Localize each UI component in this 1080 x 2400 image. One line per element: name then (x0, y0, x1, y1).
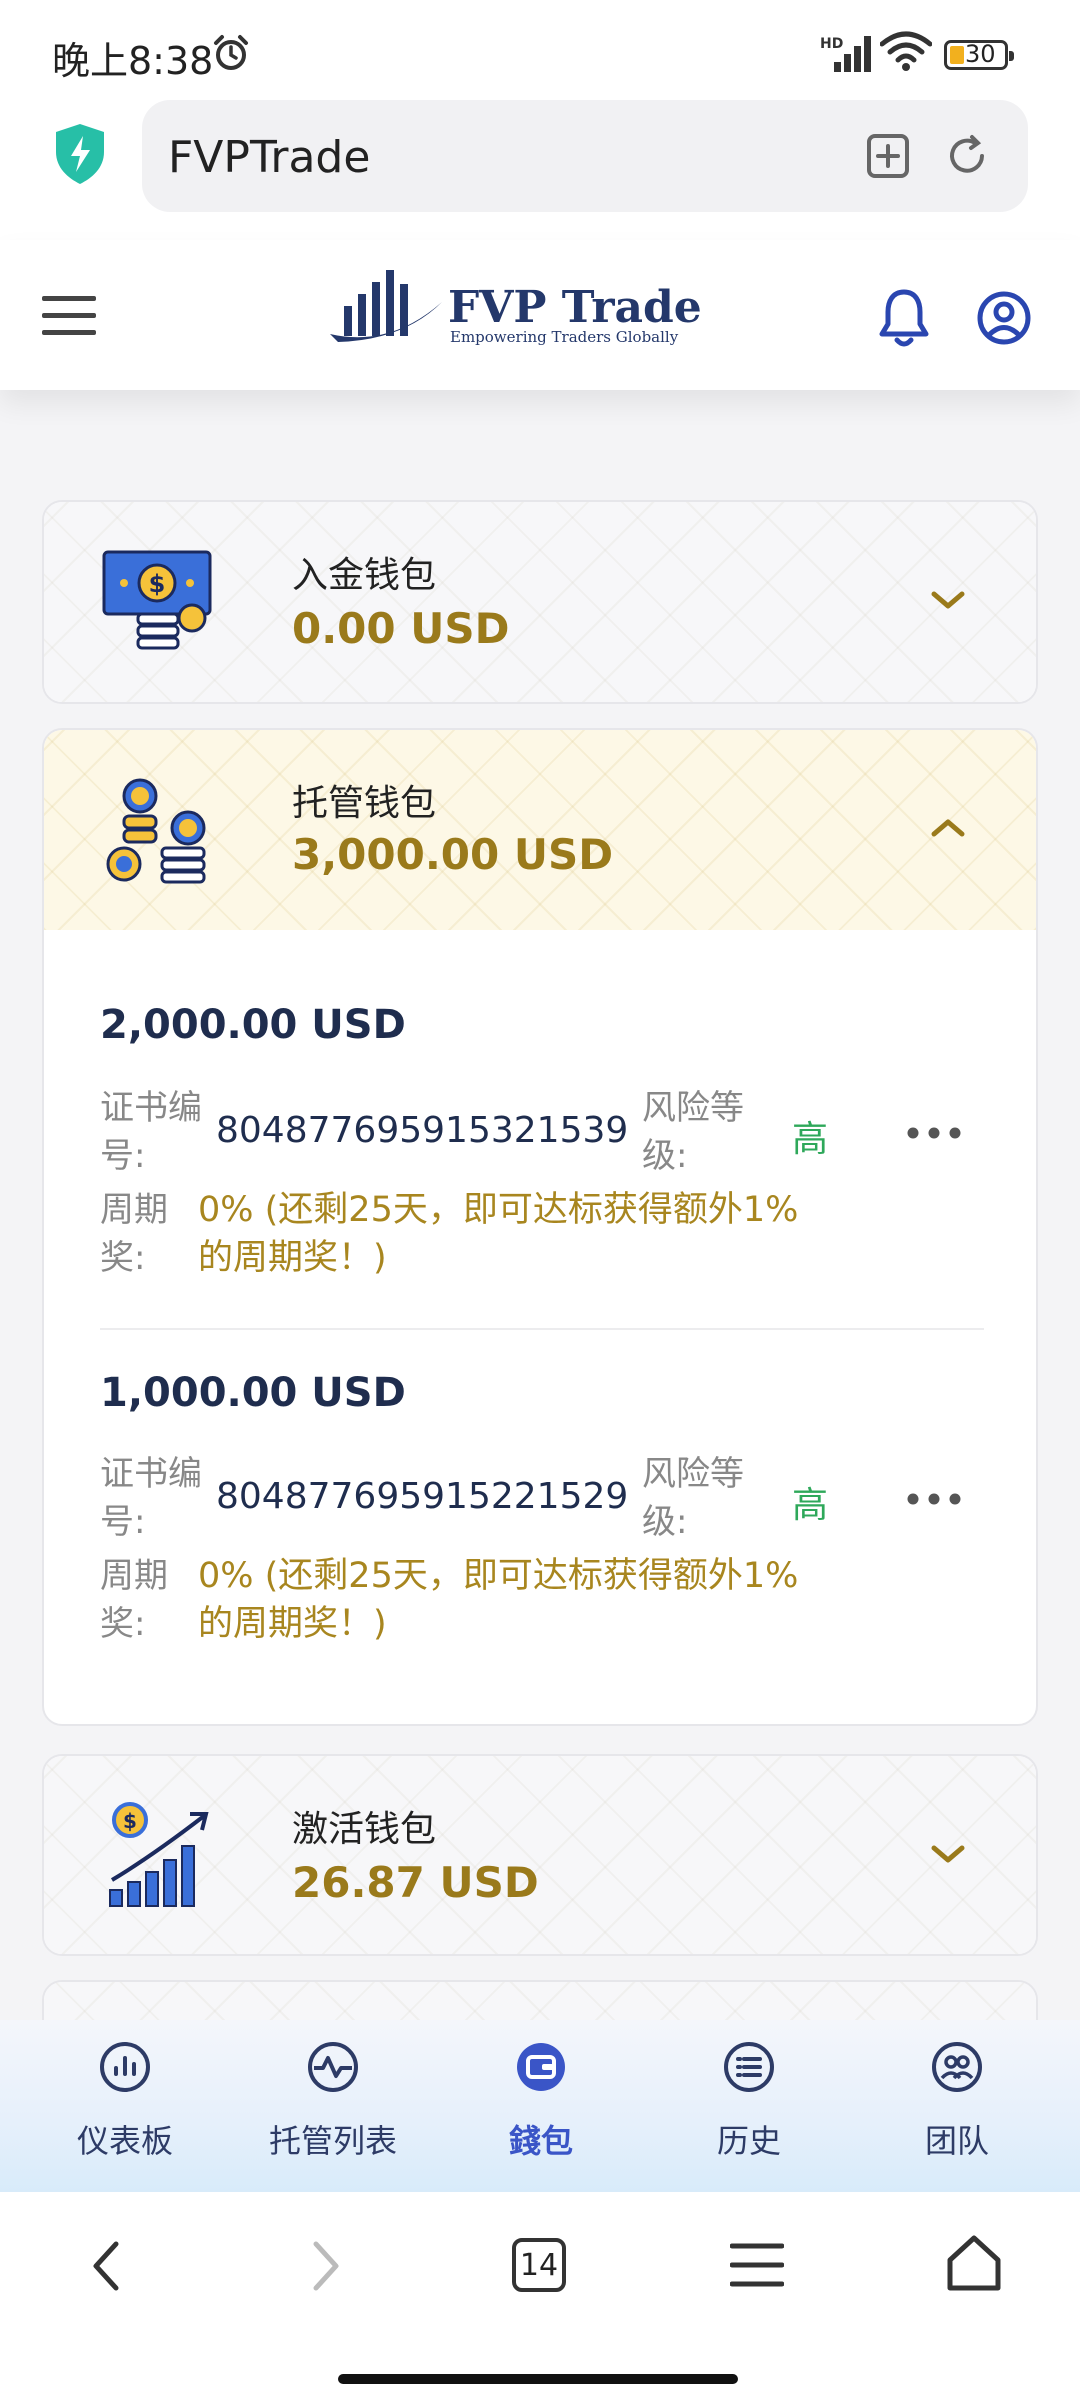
svg-text:$: $ (149, 570, 166, 598)
nav-custody-list[interactable]: 托管列表 (248, 2040, 418, 2180)
notification-bell-icon[interactable] (876, 288, 932, 348)
svg-text:$: $ (123, 1809, 137, 1833)
reload-icon[interactable] (944, 133, 990, 179)
team-icon (932, 2042, 982, 2092)
wallet-icon (517, 2043, 565, 2091)
signal-icon: HD (820, 36, 871, 72)
nav-history[interactable]: 历史 (664, 2040, 834, 2180)
wallet-card-custody[interactable]: 托管钱包 3,000.00 USD 2,000.00 USD 证书编号: 804… (42, 728, 1038, 1726)
coins-icon (106, 778, 206, 884)
risk-level-value: 高 (792, 1485, 829, 1526)
nav-label: 仪表板 (76, 2122, 173, 2160)
certificate-amount: 2,000.00 USD (100, 1002, 406, 1048)
forward-icon[interactable] (306, 2238, 346, 2294)
wallet-title: 激活钱包 (292, 1809, 437, 1850)
svg-text:HD: HD (820, 36, 843, 52)
browser-menu-icon[interactable] (730, 2240, 784, 2290)
battery-level: 30 (965, 40, 996, 68)
nav-label: 团队 (924, 2122, 989, 2160)
logo-name: FVP Trade (448, 282, 702, 333)
browser-nav-bar (0, 2192, 1080, 2400)
certificate-number: 804877695915321539 (216, 1110, 629, 1151)
nav-wallet[interactable]: 錢包 (456, 2040, 626, 2180)
back-icon[interactable] (86, 2238, 126, 2294)
risk-level-label: 风险等级: (642, 1454, 744, 1542)
nav-label: 历史 (716, 2122, 781, 2160)
nav-label: 錢包 (508, 2122, 573, 2160)
more-options-icon[interactable] (906, 1126, 962, 1140)
wifi-icon (880, 31, 932, 71)
cycle-bonus-label: 周期奖: (100, 1556, 168, 1644)
wallet-card-activation[interactable]: $ 激活钱包 26.87 USD (42, 1754, 1038, 1956)
activity-icon (308, 2042, 358, 2092)
menu-icon[interactable] (42, 296, 96, 336)
chevron-up-icon[interactable] (928, 814, 968, 842)
wallet-card-deposit[interactable]: $ 入金钱包 0.00 USD (42, 500, 1038, 704)
battery-icon: 30 (944, 40, 1014, 70)
cash-icon: $ (102, 550, 212, 650)
wallet-amount: 26.87 USD (292, 1858, 539, 1907)
nav-label: 托管列表 (268, 2122, 397, 2160)
status-time: 晚上8:38 (52, 39, 214, 83)
security-shield-icon[interactable] (52, 122, 108, 186)
certificate-amount: 1,000.00 USD (100, 1370, 406, 1416)
tabs-button[interactable]: 14 (512, 2238, 566, 2292)
cycle-bonus-label: 周期奖: (100, 1190, 168, 1278)
tab-count: 14 (519, 2248, 559, 2283)
wallet-title: 托管钱包 (292, 783, 437, 824)
chevron-down-icon[interactable] (928, 586, 968, 614)
risk-level-value: 高 (792, 1119, 829, 1160)
home-icon[interactable] (946, 2234, 1002, 2294)
more-options-icon[interactable] (906, 1492, 962, 1506)
url-text[interactable]: FVPTrade (168, 132, 370, 183)
cycle-bonus-value: 0% (还剩25天，即可达标获得额外1%的周期奖！) (198, 1190, 799, 1278)
risk-level-label: 风险等级: (642, 1088, 744, 1176)
bookmark-add-icon[interactable] (866, 133, 910, 181)
gesture-bar (338, 2374, 738, 2384)
nav-team[interactable]: 团队 (872, 2040, 1042, 2180)
wallet-amount: 0.00 USD (292, 604, 510, 653)
account-icon[interactable] (976, 290, 1032, 346)
cycle-bonus-value: 0% (还剩25天，即可达标获得额外1%的周期奖！) (198, 1556, 799, 1644)
chevron-down-icon[interactable] (928, 1840, 968, 1868)
divider (100, 1328, 984, 1330)
history-icon (724, 2042, 774, 2092)
certificate-number: 804877695915221529 (216, 1476, 629, 1517)
growth-chart-icon: $ (109, 1802, 209, 1907)
certificate-number-label: 证书编号: (100, 1088, 202, 1176)
wallet-amount: 3,000.00 USD (292, 830, 614, 879)
certificate-number-label: 证书编号: (100, 1454, 202, 1542)
nav-dashboard[interactable]: 仪表板 (40, 2040, 210, 2180)
logo-tagline: Empowering Traders Globally (450, 328, 679, 346)
wallet-title: 入金钱包 (292, 555, 437, 596)
dashboard-icon (100, 2042, 150, 2092)
alarm-icon (214, 35, 248, 70)
